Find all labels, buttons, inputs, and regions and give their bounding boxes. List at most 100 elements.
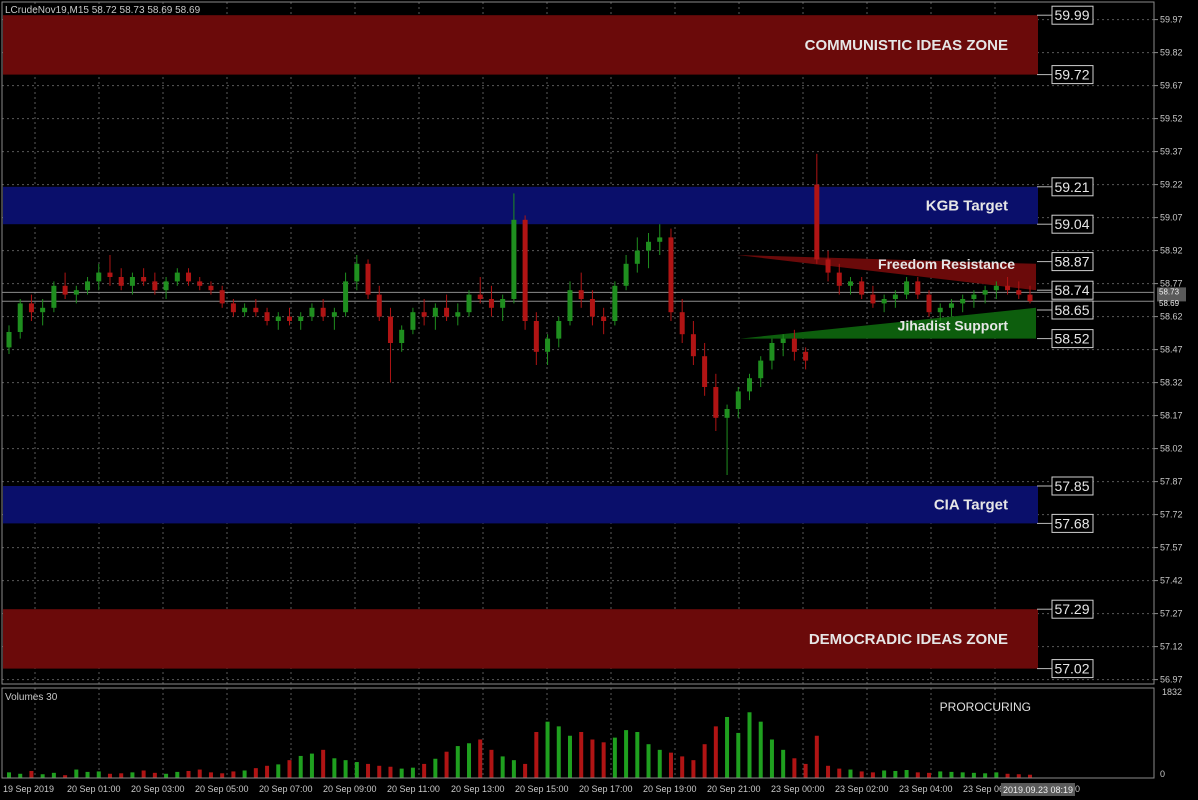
candle-body xyxy=(466,294,472,313)
candle-body xyxy=(713,387,719,418)
volume-bar xyxy=(332,758,337,778)
current-price-a: 58.73 xyxy=(1159,287,1180,296)
candle-body xyxy=(769,343,775,361)
candle-body xyxy=(836,272,842,286)
price-marker-label: 58.87 xyxy=(1054,254,1089,270)
candle-body xyxy=(500,299,506,308)
volume-bar xyxy=(545,721,550,778)
candle-body xyxy=(623,263,629,286)
chart-window[interactable]: COMMUNISTIC IDEAS ZONE KGB Target CIA Targ… xyxy=(0,0,1198,800)
volume-bar xyxy=(298,755,303,778)
price-tick-label: 58.47 xyxy=(1160,345,1183,355)
price-tick-label: 58.17 xyxy=(1160,411,1183,421)
candle-body xyxy=(668,237,674,313)
candle-body xyxy=(275,316,281,321)
volume-bar xyxy=(186,770,191,778)
candle-body xyxy=(387,316,393,343)
candle-body xyxy=(286,316,292,321)
price-chart-canvas[interactable]: COMMUNISTIC IDEAS ZONE KGB Target CIA Targ… xyxy=(0,0,1198,800)
volume-bar xyxy=(1016,774,1021,778)
volume-bar xyxy=(175,771,180,778)
price-tick-label: 57.87 xyxy=(1160,477,1183,487)
candle-body xyxy=(511,219,517,299)
candle-body xyxy=(85,281,91,291)
volume-bar xyxy=(994,772,999,778)
volume-bar xyxy=(590,739,595,778)
time-axis-label: 19 Sep 2019 xyxy=(3,784,54,794)
candle-body xyxy=(444,307,450,317)
candle-body xyxy=(971,294,977,299)
volume-bar xyxy=(208,772,213,778)
volume-bar xyxy=(7,772,11,778)
volume-bar xyxy=(983,773,988,778)
price-tick-label: 57.72 xyxy=(1160,510,1183,520)
candle-body xyxy=(904,281,910,295)
price-tick-label: 58.02 xyxy=(1160,444,1183,454)
volume-bar xyxy=(579,731,584,778)
candle-body xyxy=(488,299,494,308)
cia-target-label: CIA Target xyxy=(934,497,1008,514)
volume-bar xyxy=(478,739,483,778)
volume-bar xyxy=(803,763,808,778)
candle-body xyxy=(522,219,528,321)
candle-body xyxy=(197,281,203,286)
candle-body xyxy=(690,334,696,357)
kgb-target-band xyxy=(3,186,1038,225)
volume-bar xyxy=(826,765,831,778)
volume-bar xyxy=(96,771,101,778)
volume-bar xyxy=(814,735,819,778)
symbol-header: LCrudeNov19,M15 58.72 58.73 58.69 58.69 xyxy=(5,5,201,16)
candle-body xyxy=(410,312,416,330)
candle-body xyxy=(814,184,820,260)
volume-bar xyxy=(848,769,853,778)
price-marker-label: 57.85 xyxy=(1054,478,1089,494)
candle-body xyxy=(208,285,214,291)
volume-bar xyxy=(130,772,135,778)
volume-bar xyxy=(119,773,124,778)
time-axis-label: 20 Sep 03:00 xyxy=(131,784,185,794)
volume-bar xyxy=(388,766,393,778)
candle-body xyxy=(421,312,427,317)
communistic-ideas-zone-label: COMMUNISTIC IDEAS ZONE xyxy=(805,37,1008,54)
candle-body xyxy=(174,272,180,282)
price-tick-label: 56.97 xyxy=(1160,675,1183,685)
candle-body xyxy=(455,312,461,317)
volume-bar xyxy=(635,731,640,778)
candle-body xyxy=(791,338,797,352)
candle-body xyxy=(556,321,562,339)
time-axis-label: 23 Sep 00:00 xyxy=(771,784,825,794)
volume-bar xyxy=(736,732,741,778)
candle-body xyxy=(242,307,248,313)
candle-body xyxy=(758,360,764,379)
volume-bar xyxy=(758,721,763,778)
volume-bar xyxy=(309,753,314,778)
democradic-ideas-zone-label: DEMOCRADIC IDEAS ZONE xyxy=(809,631,1008,648)
candle-body xyxy=(646,241,652,251)
price-marker-label: 59.04 xyxy=(1054,216,1089,232)
price-marker-label: 59.21 xyxy=(1054,179,1089,195)
volume-bar xyxy=(747,712,752,778)
volume-bar xyxy=(107,773,112,778)
volume-bar xyxy=(657,749,662,778)
candle-body xyxy=(6,332,12,348)
price-marker-label: 58.65 xyxy=(1054,302,1089,318)
candle-body xyxy=(264,312,270,321)
price-tick-label: 59.22 xyxy=(1160,180,1183,190)
candle-body xyxy=(141,277,147,282)
volume-bar xyxy=(915,772,920,778)
candle-body xyxy=(399,329,405,343)
time-axis-label: 20 Sep 09:00 xyxy=(323,784,377,794)
candle-body xyxy=(219,290,225,304)
volume-bar xyxy=(197,769,202,778)
price-marker-label: 58.52 xyxy=(1054,331,1089,347)
volume-bar xyxy=(534,731,539,778)
cia-target-band xyxy=(3,486,1038,524)
volume-bar xyxy=(949,771,954,778)
candle-body xyxy=(747,378,753,392)
price-tick-label: 59.82 xyxy=(1160,48,1183,58)
price-tick-label: 59.52 xyxy=(1160,114,1183,124)
candle-body xyxy=(545,338,551,352)
volume-bar xyxy=(870,772,875,778)
price-tick-label: 59.67 xyxy=(1160,81,1183,91)
price-marker-label: 59.72 xyxy=(1054,67,1089,83)
